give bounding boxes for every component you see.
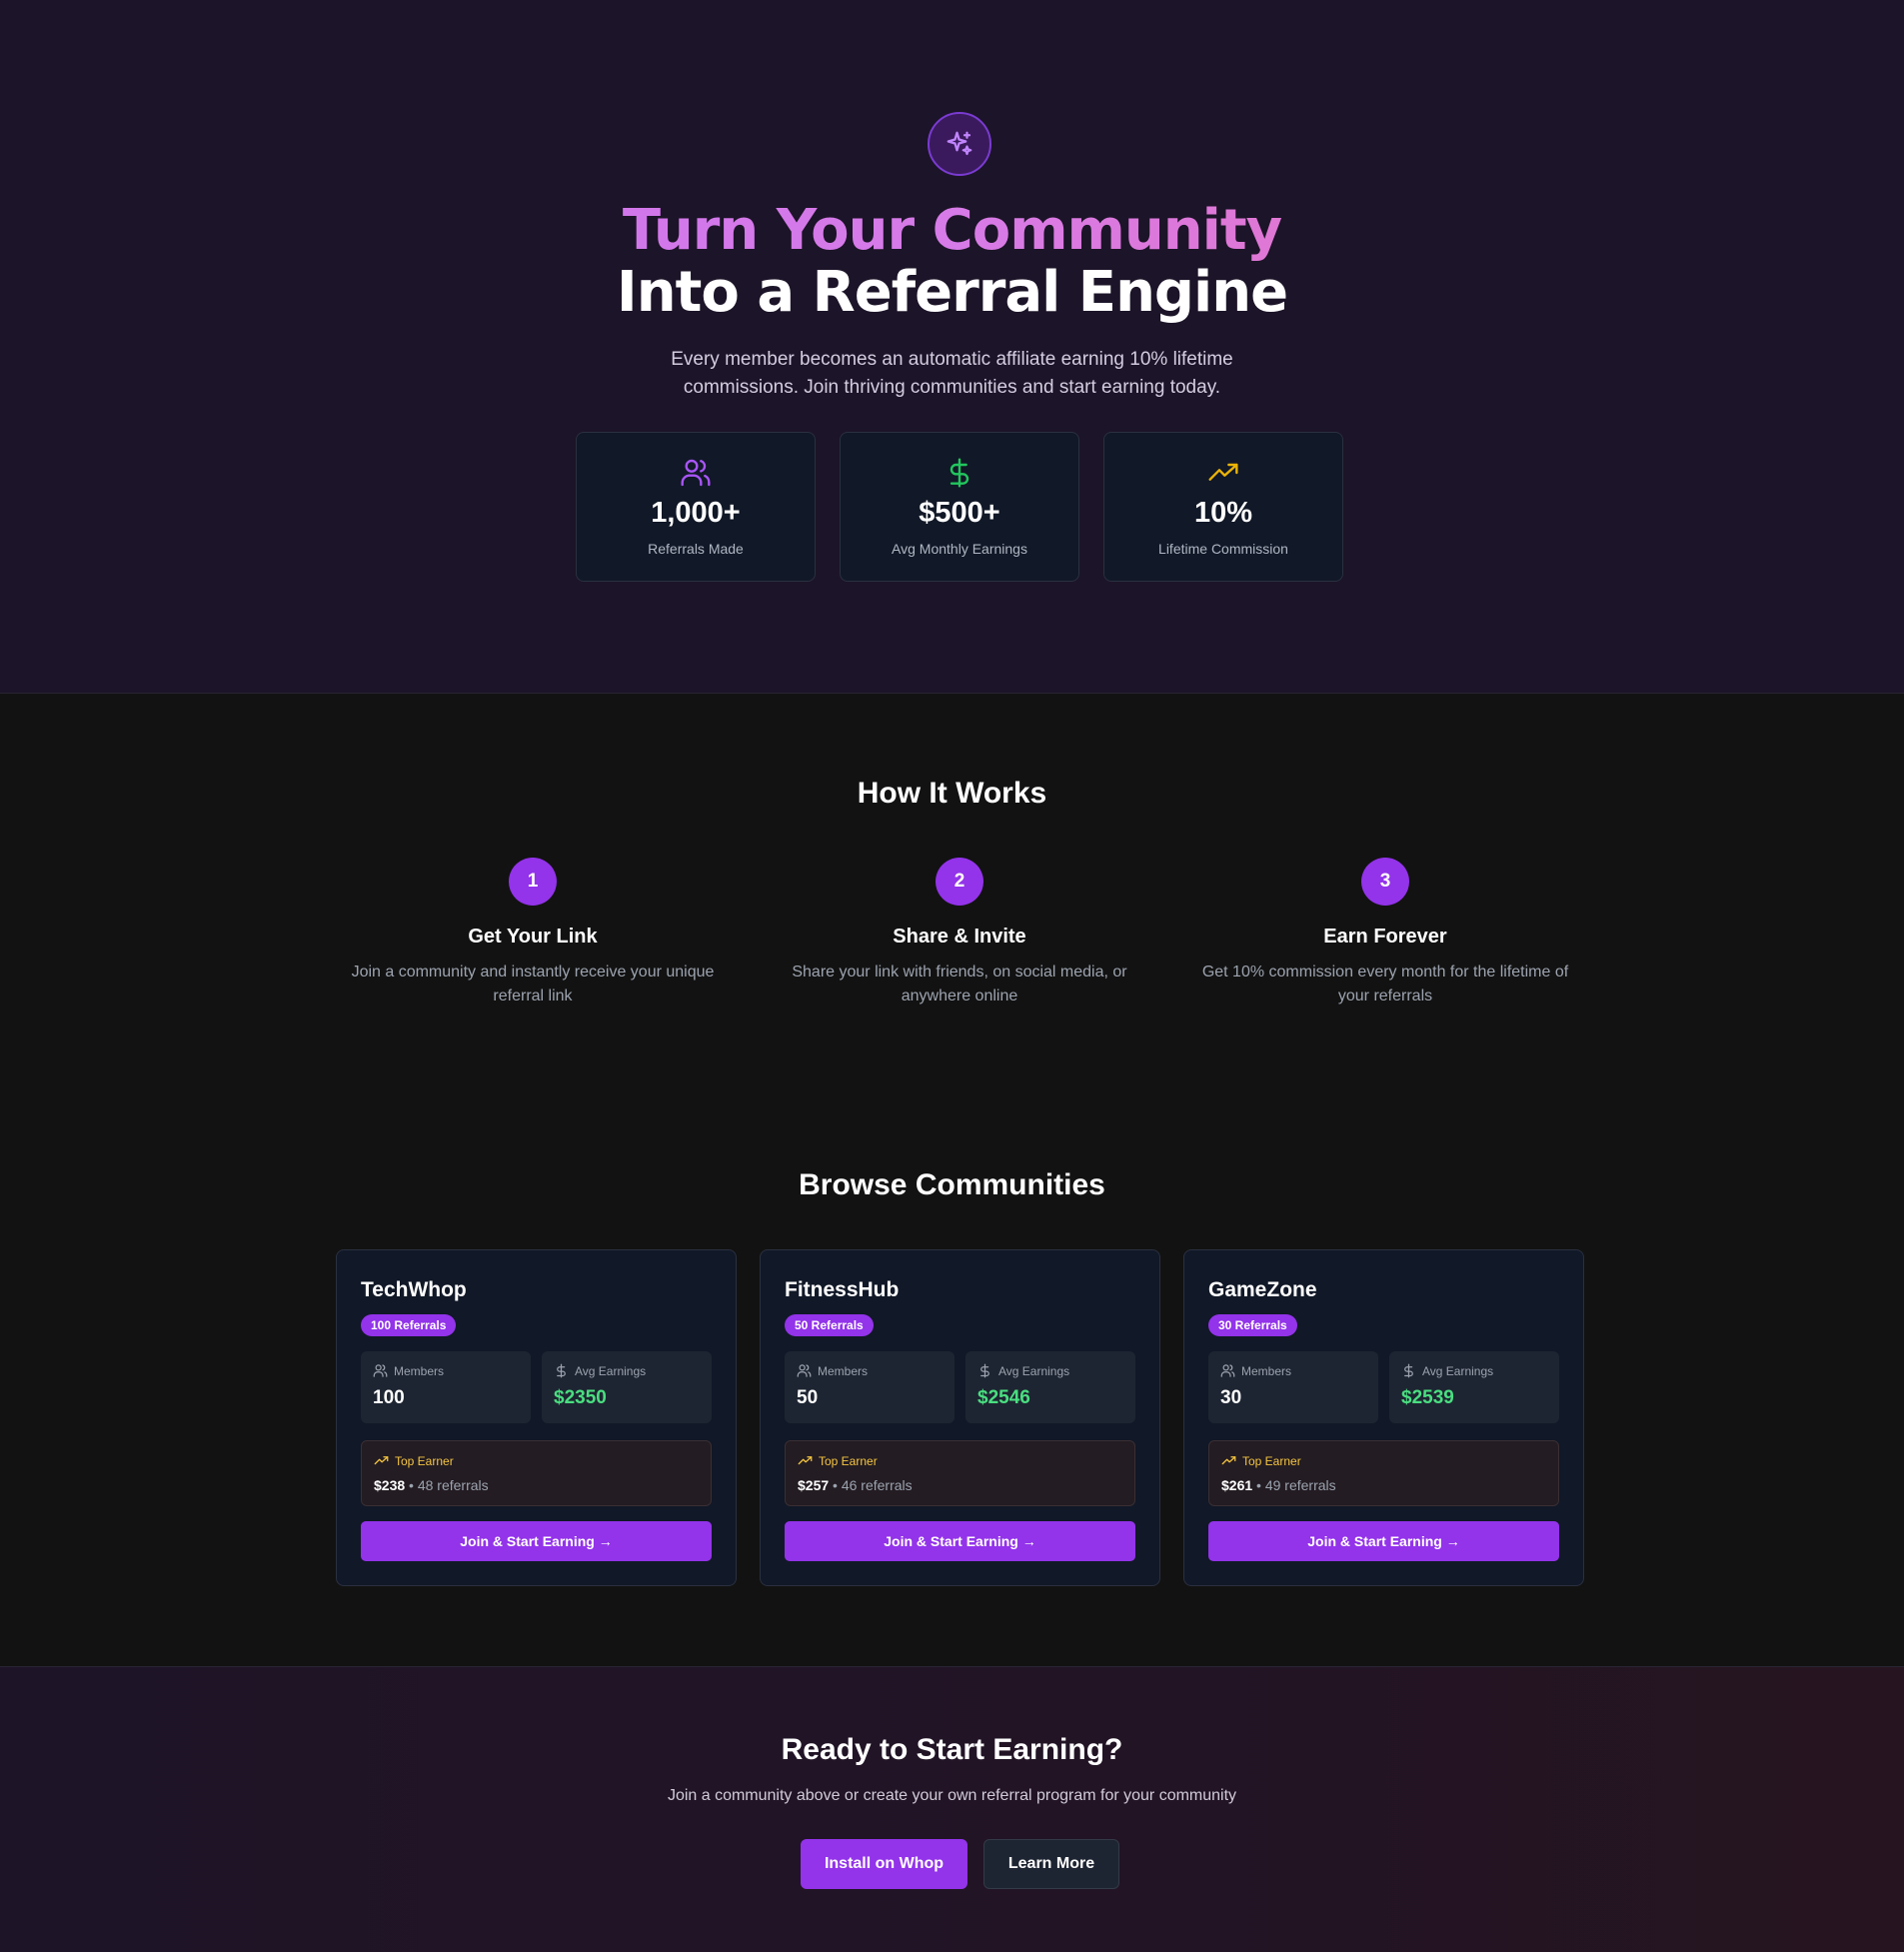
- referrals-badge: 30 Referrals: [1208, 1314, 1297, 1336]
- step-number: 2: [936, 858, 983, 906]
- step-title: Share & Invite: [893, 926, 1026, 948]
- top-earner-amount: $238: [374, 1477, 406, 1493]
- trending-up-icon: [374, 1456, 389, 1465]
- members-box: Members 30: [1208, 1351, 1378, 1423]
- top-earner-box: Top Earner $261 • 49 referrals: [1208, 1440, 1559, 1506]
- top-earner-value: $238 • 48 referrals: [374, 1477, 489, 1493]
- avg-earnings-value: $2350: [554, 1387, 607, 1408]
- stat-value: 1,000+: [651, 497, 741, 529]
- users-icon: [373, 1364, 388, 1377]
- step-1: 1 Get Your Link Join a community and ins…: [343, 858, 723, 1008]
- dollar-icon: [1404, 1363, 1413, 1378]
- cta-title: Ready to Start Earning?: [781, 1733, 1123, 1766]
- stat-label: Avg Monthly Earnings: [892, 541, 1027, 557]
- avg-earnings-label: Avg Earnings: [1422, 1363, 1494, 1378]
- top-earner-label: Top Earner: [819, 1453, 878, 1468]
- top-earner-amount: $261: [1221, 1477, 1253, 1493]
- members-label: Members: [394, 1363, 445, 1378]
- members-value: 30: [1220, 1387, 1242, 1408]
- hero-title: Turn Your Community Into a Referral Engi…: [0, 200, 1904, 324]
- step-3: 3 Earn Forever Get 10% commission every …: [1195, 858, 1575, 1008]
- avg-earnings-label: Avg Earnings: [575, 1363, 647, 1378]
- top-earner-value: $257 • 46 referrals: [798, 1477, 913, 1493]
- avg-earnings-label: Avg Earnings: [998, 1363, 1070, 1378]
- top-earner-referrals: • 46 referrals: [829, 1477, 913, 1493]
- community-name: GameZone: [1208, 1278, 1317, 1301]
- hero-title-line2: Into a Referral Engine: [616, 260, 1288, 325]
- top-earner-box: Top Earner $257 • 46 referrals: [785, 1440, 1135, 1506]
- top-earner-referrals: • 49 referrals: [1252, 1477, 1336, 1493]
- install-on-whop-button[interactable]: Install on Whop: [801, 1839, 967, 1889]
- members-label: Members: [818, 1363, 869, 1378]
- hero-title-line1: Turn Your Community: [0, 200, 1904, 262]
- members-value: 100: [373, 1387, 405, 1408]
- cta-subtitle: Join a community above or create your ow…: [667, 1787, 1237, 1804]
- cta-section: Ready to Start Earning? Join a community…: [0, 1666, 1904, 1952]
- trending-up-icon: [1221, 1456, 1236, 1465]
- trending-up-icon: [1104, 457, 1342, 491]
- step-title: Get Your Link: [468, 926, 598, 948]
- referrals-badge: 50 Referrals: [785, 1314, 874, 1336]
- avg-earnings-value: $2546: [977, 1387, 1030, 1408]
- avg-earnings-box: Avg Earnings $2546: [965, 1351, 1135, 1423]
- top-earner-box: Top Earner $238 • 48 referrals: [361, 1440, 712, 1506]
- browse-communities-title: Browse Communities: [799, 1168, 1105, 1201]
- avg-earnings-value: $2539: [1401, 1387, 1454, 1408]
- step-description: Get 10% commission every month for the l…: [1201, 964, 1569, 1004]
- hero-section: Turn Your Community Into a Referral Engi…: [0, 0, 1904, 694]
- top-earner-label: Top Earner: [1242, 1453, 1301, 1468]
- users-icon: [1220, 1364, 1235, 1377]
- stat-value: 10%: [1193, 497, 1253, 529]
- community-name: TechWhop: [361, 1278, 467, 1301]
- community-card-gamezone: GameZone 30 Referrals Members 30 Avg Ear…: [1183, 1249, 1584, 1586]
- users-icon: [797, 1364, 812, 1377]
- stat-card-earnings: $500+ Avg Monthly Earnings: [840, 432, 1079, 582]
- sparkles-icon: [928, 112, 991, 176]
- dollar-icon: [841, 457, 1078, 491]
- step-description: Join a community and instantly receive y…: [351, 964, 715, 1004]
- stat-card-referrals: 1,000+ Referrals Made: [576, 432, 816, 582]
- users-icon: [577, 457, 815, 491]
- avg-earnings-box: Avg Earnings $2350: [542, 1351, 712, 1423]
- step-2: 2 Share & Invite Share your link with fr…: [770, 858, 1149, 1008]
- community-card-fitnesshub: FitnessHub 50 Referrals Members 50 Avg E…: [760, 1249, 1160, 1586]
- top-earner-referrals: • 48 referrals: [405, 1477, 489, 1493]
- learn-more-button[interactable]: Learn More: [983, 1839, 1119, 1889]
- dollar-icon: [557, 1363, 566, 1378]
- members-value: 50: [797, 1387, 819, 1408]
- top-earner-label: Top Earner: [395, 1453, 454, 1468]
- step-number: 1: [509, 858, 557, 906]
- top-earner-value: $261 • 49 referrals: [1221, 1477, 1336, 1493]
- step-number: 3: [1361, 858, 1409, 906]
- step-title: Earn Forever: [1323, 926, 1447, 948]
- members-box: Members 50: [785, 1351, 954, 1423]
- members-label: Members: [1241, 1363, 1292, 1378]
- join-button[interactable]: Join & Start Earning →: [785, 1521, 1135, 1561]
- trending-up-icon: [798, 1456, 813, 1465]
- stat-value: $500+: [919, 497, 1000, 529]
- community-name: FitnessHub: [785, 1278, 900, 1301]
- stat-label: Lifetime Commission: [1158, 541, 1288, 557]
- members-box: Members 100: [361, 1351, 531, 1423]
- community-card-techwhop: TechWhop 100 Referrals Members 100 Avg E…: [336, 1249, 737, 1586]
- join-button[interactable]: Join & Start Earning →: [1208, 1521, 1559, 1561]
- join-button[interactable]: Join & Start Earning →: [361, 1521, 712, 1561]
- top-earner-amount: $257: [798, 1477, 830, 1493]
- avg-earnings-box: Avg Earnings $2539: [1389, 1351, 1559, 1423]
- how-it-works-title: How It Works: [857, 777, 1047, 810]
- hero-subtitle: Every member becomes an automatic affili…: [671, 349, 1233, 398]
- stat-card-commission: 10% Lifetime Commission: [1103, 432, 1343, 582]
- referrals-badge: 100 Referrals: [361, 1314, 457, 1336]
- step-description: Share your link with friends, on social …: [792, 964, 1127, 1004]
- dollar-icon: [980, 1363, 989, 1378]
- stat-label: Referrals Made: [648, 541, 744, 557]
